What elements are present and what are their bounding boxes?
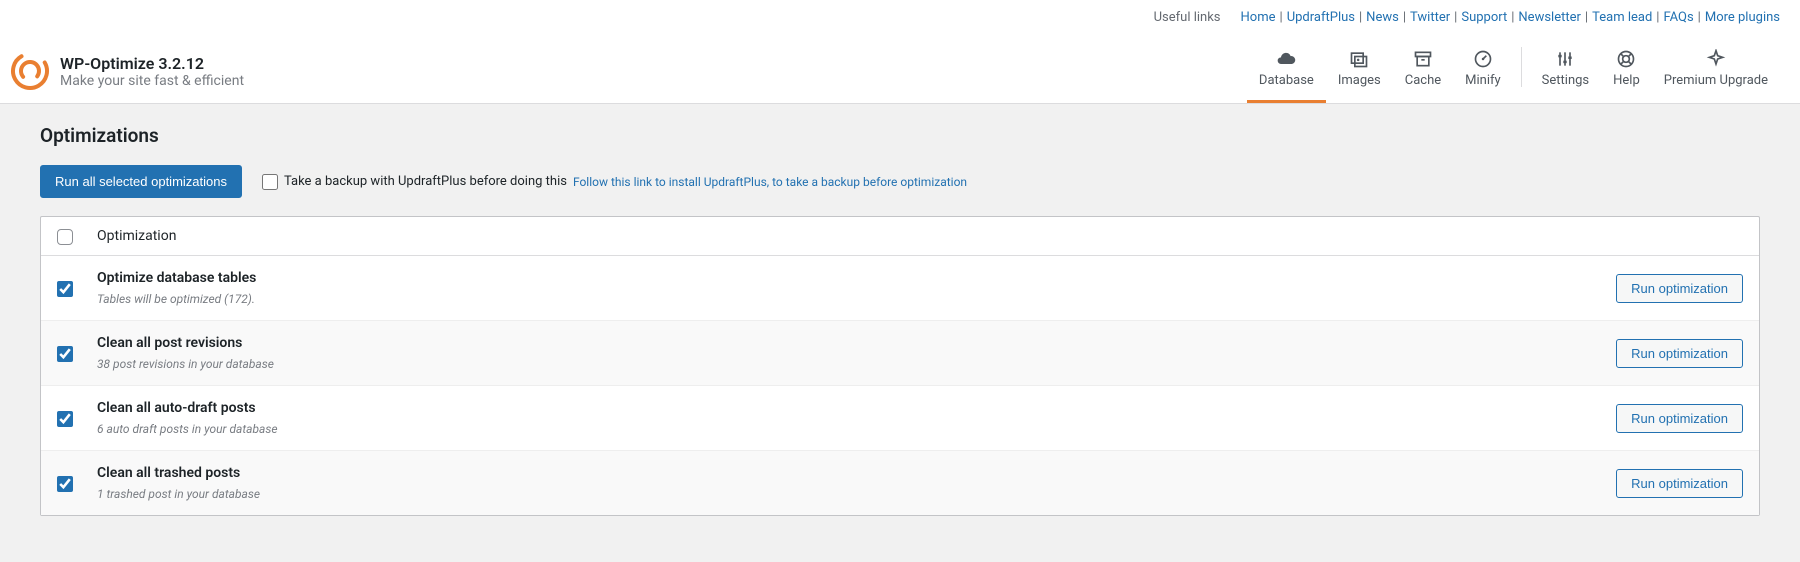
backup-install-link[interactable]: Follow this link to install UpdraftPlus,… <box>573 175 967 189</box>
select-all-checkbox[interactable] <box>57 229 73 245</box>
link-separator: | <box>1359 10 1362 25</box>
optimization-title: Clean all post revisions <box>97 335 1600 351</box>
link-separator: | <box>1511 10 1514 25</box>
logo-block: WP-Optimize 3.2.12 Make your site fast &… <box>10 51 244 91</box>
optimization-action: Run optimization <box>1600 339 1743 368</box>
optimizations-rows: Optimize database tables Tables will be o… <box>41 256 1759 515</box>
useful-link[interactable]: UpdraftPlus <box>1287 10 1355 25</box>
optimization-row: Clean all post revisions 38 post revision… <box>41 321 1759 386</box>
optimization-subtext: 38 post revisions in your database <box>97 357 1600 371</box>
link-separator: | <box>1403 10 1406 25</box>
main-navigation: Database Images Cache Minify Settings <box>1247 39 1780 103</box>
link-separator: | <box>1585 10 1588 25</box>
wp-optimize-logo-icon <box>10 51 50 91</box>
optimization-action: Run optimization <box>1600 404 1743 433</box>
images-icon <box>1347 47 1371 71</box>
optimization-subtext: 6 auto draft posts in your database <box>97 422 1600 436</box>
nav-divider <box>1521 47 1522 87</box>
cloud-icon <box>1274 47 1298 71</box>
nav-label-cache: Cache <box>1405 73 1441 88</box>
optimization-checkbox[interactable] <box>57 476 73 492</box>
optimization-title: Optimize database tables <box>97 270 1600 286</box>
backup-label: Take a backup with UpdraftPlus before do… <box>284 174 567 189</box>
link-separator: | <box>1698 10 1701 25</box>
useful-link[interactable]: Twitter <box>1410 10 1450 25</box>
optimization-checkbox[interactable] <box>57 411 73 427</box>
optimization-title: Clean all trashed posts <box>97 465 1600 481</box>
checkbox-cell <box>57 474 97 492</box>
useful-link[interactable]: Home <box>1241 10 1276 25</box>
nav-settings[interactable]: Settings <box>1530 39 1601 103</box>
gauge-icon <box>1471 47 1495 71</box>
nav-images[interactable]: Images <box>1326 39 1393 103</box>
sliders-icon <box>1553 47 1577 71</box>
table-header: Optimization <box>41 217 1759 256</box>
sparkle-icon <box>1704 47 1728 71</box>
optimization-title: Clean all auto-draft posts <box>97 400 1600 416</box>
optimization-row: Optimize database tables Tables will be o… <box>41 256 1759 321</box>
run-all-button[interactable]: Run all selected optimizations <box>40 165 242 198</box>
link-separator: | <box>1454 10 1457 25</box>
nav-label-minify: Minify <box>1465 73 1501 88</box>
optimization-subtext: 1 trashed post in your database <box>97 487 1600 501</box>
logo-subtitle: Make your site fast & efficient <box>60 73 244 89</box>
link-separator: | <box>1280 10 1283 25</box>
logo-title: WP-Optimize 3.2.12 <box>60 54 244 73</box>
nav-label-help: Help <box>1613 73 1640 88</box>
page-title: Optimizations <box>40 124 1760 147</box>
nav-premium-upgrade[interactable]: Premium Upgrade <box>1652 39 1780 103</box>
useful-link[interactable]: More plugins <box>1705 10 1780 25</box>
nav-label-database: Database <box>1259 73 1314 88</box>
nav-help[interactable]: Help <box>1601 39 1652 103</box>
optimization-checkbox[interactable] <box>57 281 73 297</box>
backup-checkbox[interactable] <box>262 174 278 190</box>
controls-row: Run all selected optimizations Take a ba… <box>40 165 1760 198</box>
optimization-info: Optimize database tables Tables will be o… <box>97 270 1600 306</box>
useful-link[interactable]: News <box>1366 10 1399 25</box>
optimization-checkbox[interactable] <box>57 346 73 362</box>
optimization-subtext: Tables will be optimized (172). <box>97 292 1600 306</box>
nav-cache[interactable]: Cache <box>1393 39 1453 103</box>
link-separator: | <box>1656 10 1659 25</box>
optimizations-table: Optimization Optimize database tables Tab… <box>40 216 1760 516</box>
optimization-action: Run optimization <box>1600 469 1743 498</box>
nav-minify[interactable]: Minify <box>1453 39 1513 103</box>
select-all-cell <box>57 227 97 245</box>
nav-database[interactable]: Database <box>1247 39 1326 103</box>
optimization-column-header: Optimization <box>97 228 176 244</box>
optimization-row: Clean all trashed posts 1 trashed post in… <box>41 451 1759 515</box>
useful-link[interactable]: Support <box>1461 10 1507 25</box>
archive-icon <box>1411 47 1435 71</box>
checkbox-cell <box>57 279 97 297</box>
optimization-info: Clean all post revisions 38 post revision… <box>97 335 1600 371</box>
optimization-info: Clean all trashed posts 1 trashed post in… <box>97 465 1600 501</box>
top-useful-links-bar: Useful links Home | UpdraftPlus | News | Twitt… <box>0 0 1800 29</box>
plugin-header: WP-Optimize 3.2.12 Make your site fast &… <box>0 29 1800 104</box>
backup-option: Take a backup with UpdraftPlus before do… <box>262 174 967 190</box>
lifebuoy-icon <box>1614 47 1638 71</box>
optimization-row: Clean all auto-draft posts 6 auto draft p… <box>41 386 1759 451</box>
useful-link[interactable]: Newsletter <box>1518 10 1581 25</box>
useful-link[interactable]: FAQs <box>1663 10 1693 25</box>
main-content: Optimizations Run all selected optimizat… <box>0 104 1800 536</box>
useful-link[interactable]: Team lead <box>1592 10 1652 25</box>
nav-label-settings: Settings <box>1542 73 1589 88</box>
optimization-action: Run optimization <box>1600 274 1743 303</box>
logo-text: WP-Optimize 3.2.12 Make your site fast &… <box>60 54 244 89</box>
run-optimization-button[interactable]: Run optimization <box>1616 404 1743 433</box>
run-optimization-button[interactable]: Run optimization <box>1616 339 1743 368</box>
run-optimization-button[interactable]: Run optimization <box>1616 469 1743 498</box>
useful-links-label: Useful links <box>1146 6 1229 29</box>
checkbox-cell <box>57 409 97 427</box>
optimization-info: Clean all auto-draft posts 6 auto draft p… <box>97 400 1600 436</box>
checkbox-cell <box>57 344 97 362</box>
useful-links-list: Home | UpdraftPlus | News | Twitter | Support | Ne… <box>1241 10 1780 25</box>
nav-label-premium: Premium Upgrade <box>1664 73 1768 88</box>
run-optimization-button[interactable]: Run optimization <box>1616 274 1743 303</box>
nav-label-images: Images <box>1338 73 1381 88</box>
